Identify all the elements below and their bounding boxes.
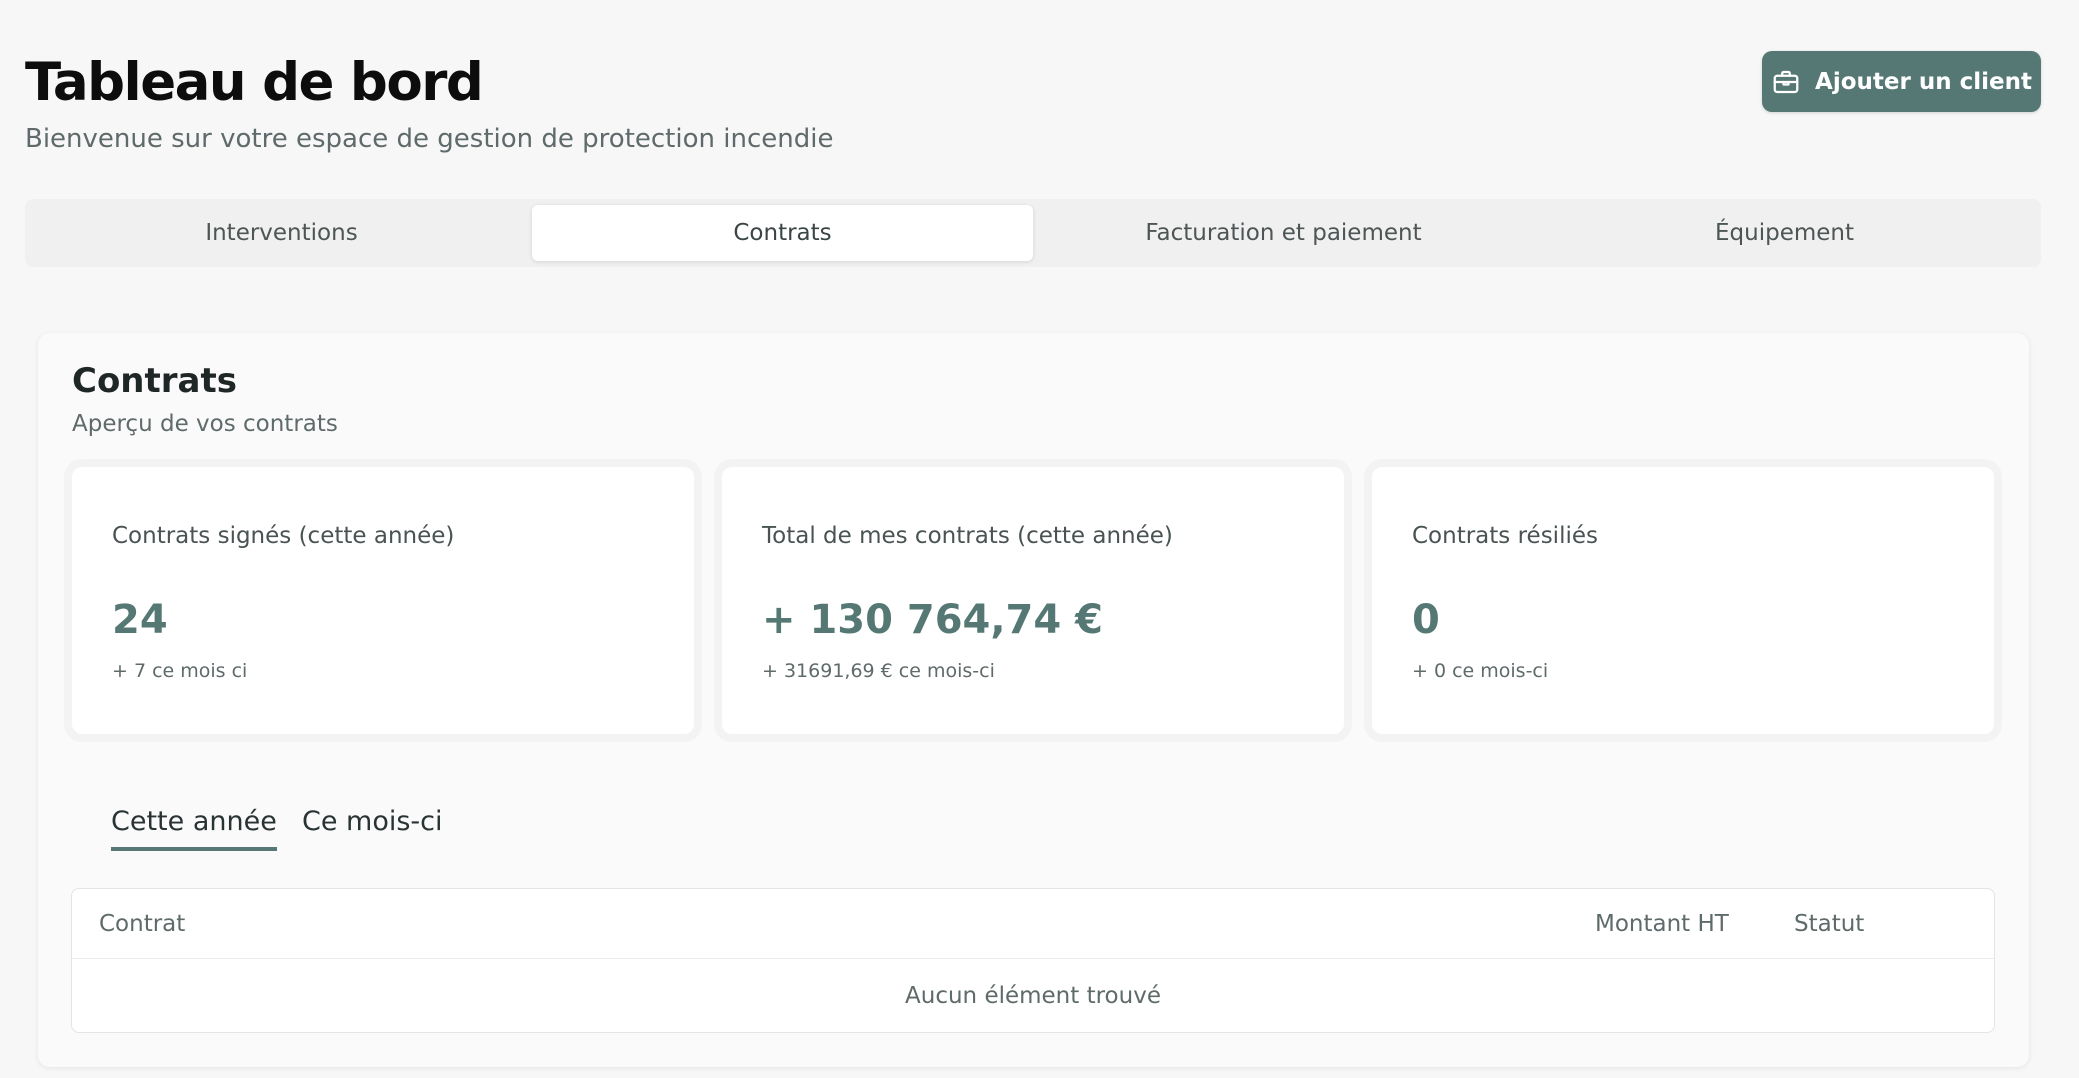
dashboard-page: Tableau de bord Bienvenue sur votre espa… <box>0 0 2079 1078</box>
stat-label: Total de mes contrats (cette année) <box>762 523 1173 549</box>
stat-delta: + 31691,69 € ce mois-ci <box>762 660 995 682</box>
period-tab-year[interactable]: Cette année <box>111 806 277 851</box>
add-client-label: Ajouter un client <box>1815 68 2032 95</box>
contracts-table: Contrat Montant HT Statut Aucun élément … <box>71 888 1995 1033</box>
contracts-card: Contrats Aperçu de vos contrats Contrats… <box>38 333 2029 1067</box>
stat-label: Contrats résiliés <box>1412 523 1598 549</box>
tab-facturation[interactable]: Facturation et paiement <box>1033 205 1534 261</box>
stat-card-signed: Contrats signés (cette année) 24 + 7 ce … <box>72 467 694 734</box>
stat-label: Contrats signés (cette année) <box>112 523 455 549</box>
column-header-montant[interactable]: Montant HT <box>1595 911 1729 937</box>
period-tab-month[interactable]: Ce mois-ci <box>302 806 443 847</box>
tab-contrats[interactable]: Contrats <box>532 205 1033 261</box>
add-client-button[interactable]: Ajouter un client <box>1762 51 2041 112</box>
main-tabs: Interventions Contrats Facturation et pa… <box>25 199 2041 267</box>
table-header: Contrat Montant HT Statut <box>72 889 1994 959</box>
stat-value: 24 <box>112 597 168 643</box>
briefcase-icon <box>1773 70 1799 93</box>
stat-delta: + 7 ce mois ci <box>112 660 248 682</box>
column-header-statut[interactable]: Statut <box>1794 911 1864 937</box>
contracts-title: Contrats <box>72 361 237 401</box>
page-title: Tableau de bord <box>25 52 484 113</box>
column-header-contrat[interactable]: Contrat <box>99 911 185 937</box>
tab-interventions[interactable]: Interventions <box>31 205 532 261</box>
page-subtitle: Bienvenue sur votre espace de gestion de… <box>25 124 834 154</box>
stat-card-terminated: Contrats résiliés 0 + 0 ce mois-ci <box>1372 467 1994 734</box>
stat-delta: + 0 ce mois-ci <box>1412 660 1549 682</box>
empty-state-message: Aucun élément trouvé <box>905 983 1161 1009</box>
contracts-subtitle: Aperçu de vos contrats <box>72 411 338 437</box>
stat-value: + 130 764,74 € <box>762 597 1103 643</box>
stat-card-total: Total de mes contrats (cette année) + 13… <box>722 467 1344 734</box>
tab-equipement[interactable]: Équipement <box>1534 205 2035 261</box>
stat-value: 0 <box>1412 597 1440 643</box>
